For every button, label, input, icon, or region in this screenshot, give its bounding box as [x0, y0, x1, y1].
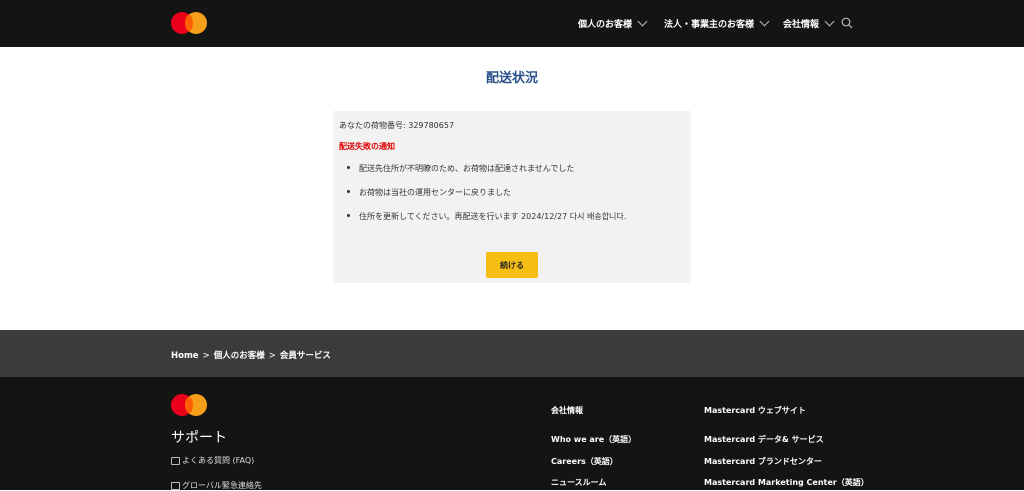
- nav-company[interactable]: 会社情報: [783, 16, 835, 30]
- notice-list: 配送先住所が不明瞭のため、お荷物は配達されませんでした お荷物は当社の運用センタ…: [346, 163, 627, 235]
- emergency-contact-link[interactable]: グローバル緊急連絡先: [171, 480, 262, 491]
- chat-icon: [171, 456, 180, 465]
- breadcrumb-separator: >: [268, 351, 276, 361]
- continue-button[interactable]: 続ける: [486, 252, 538, 278]
- search-icon[interactable]: [841, 17, 853, 29]
- mastercard-link-data-services[interactable]: Mastercard データ& サービス: [704, 434, 824, 445]
- breadcrumb-home[interactable]: Home: [171, 351, 199, 361]
- chevron-down-icon: [759, 16, 770, 27]
- support-title: サポート: [171, 430, 227, 446]
- list-item: 配送先住所が不明瞭のため、お荷物は配達されませんでした: [346, 163, 626, 174]
- nav-company-label: 会社情報: [783, 20, 820, 30]
- delivery-failure-notice: 配送失敗の通知: [339, 142, 395, 151]
- mastercard-logo[interactable]: [171, 12, 207, 34]
- tracking-number: あなたの荷物番号: 329780657: [339, 121, 455, 130]
- delivery-status-card: あなたの荷物番号: 329780657 配送失敗の通知 配送先住所が不明瞭のため…: [333, 111, 691, 283]
- site-header: 個人のお客様 法人・事業主のお客様 会社情報: [0, 0, 1024, 47]
- company-heading: 会社情報: [551, 406, 583, 415]
- mastercard-link-marketing-center[interactable]: Mastercard Marketing Center（英語）: [704, 477, 869, 488]
- page-title: 配送状況: [485, 71, 538, 86]
- logo-overlap: [185, 397, 193, 413]
- mastercard-logo[interactable]: [171, 394, 207, 416]
- company-link-newsroom[interactable]: ニュースルーム: [551, 477, 606, 488]
- emergency-contact-label: グローバル緊急連絡先: [182, 481, 262, 490]
- mastercard-link-brand-center[interactable]: Mastercard ブランドセンター: [704, 456, 822, 467]
- company-link-who-we-are[interactable]: Who we are（英語）: [551, 434, 636, 445]
- faq-link[interactable]: よくある質問 (FAQ): [171, 455, 254, 466]
- site-footer: サポート よくある質問 (FAQ) グローバル緊急連絡先 会社情報 Who we…: [0, 377, 1024, 490]
- list-item: お荷物は当社の運用センターに戻りました: [346, 187, 626, 198]
- chevron-down-icon: [637, 16, 648, 27]
- mastercard-sites-heading: Mastercard ウェブサイト: [704, 406, 806, 415]
- nav-business[interactable]: 法人・事業主のお客様: [664, 16, 770, 30]
- breadcrumb-personal[interactable]: 個人のお客様: [214, 351, 265, 361]
- company-link-careers[interactable]: Careers（英語）: [551, 456, 618, 467]
- logo-overlap: [185, 15, 193, 31]
- breadcrumb-bar: Home > 個人のお客様 > 会員サービス: [0, 330, 1024, 377]
- breadcrumb: Home > 個人のお客様 > 会員サービス: [171, 349, 331, 361]
- breadcrumb-separator: >: [202, 351, 210, 361]
- chevron-down-icon: [824, 16, 835, 27]
- nav-personal[interactable]: 個人のお客様: [578, 16, 648, 30]
- nav-personal-label: 個人のお客様: [578, 20, 633, 30]
- list-item: 住所を更新してください。再配送を行います 2024/12/27 다시 배송합니다…: [346, 212, 627, 221]
- nav-business-label: 法人・事業主のお客様: [664, 20, 755, 30]
- faq-link-label: よくある質問 (FAQ): [182, 456, 255, 465]
- phone-icon: [171, 481, 180, 490]
- breadcrumb-member-services[interactable]: 会員サービス: [280, 351, 331, 361]
